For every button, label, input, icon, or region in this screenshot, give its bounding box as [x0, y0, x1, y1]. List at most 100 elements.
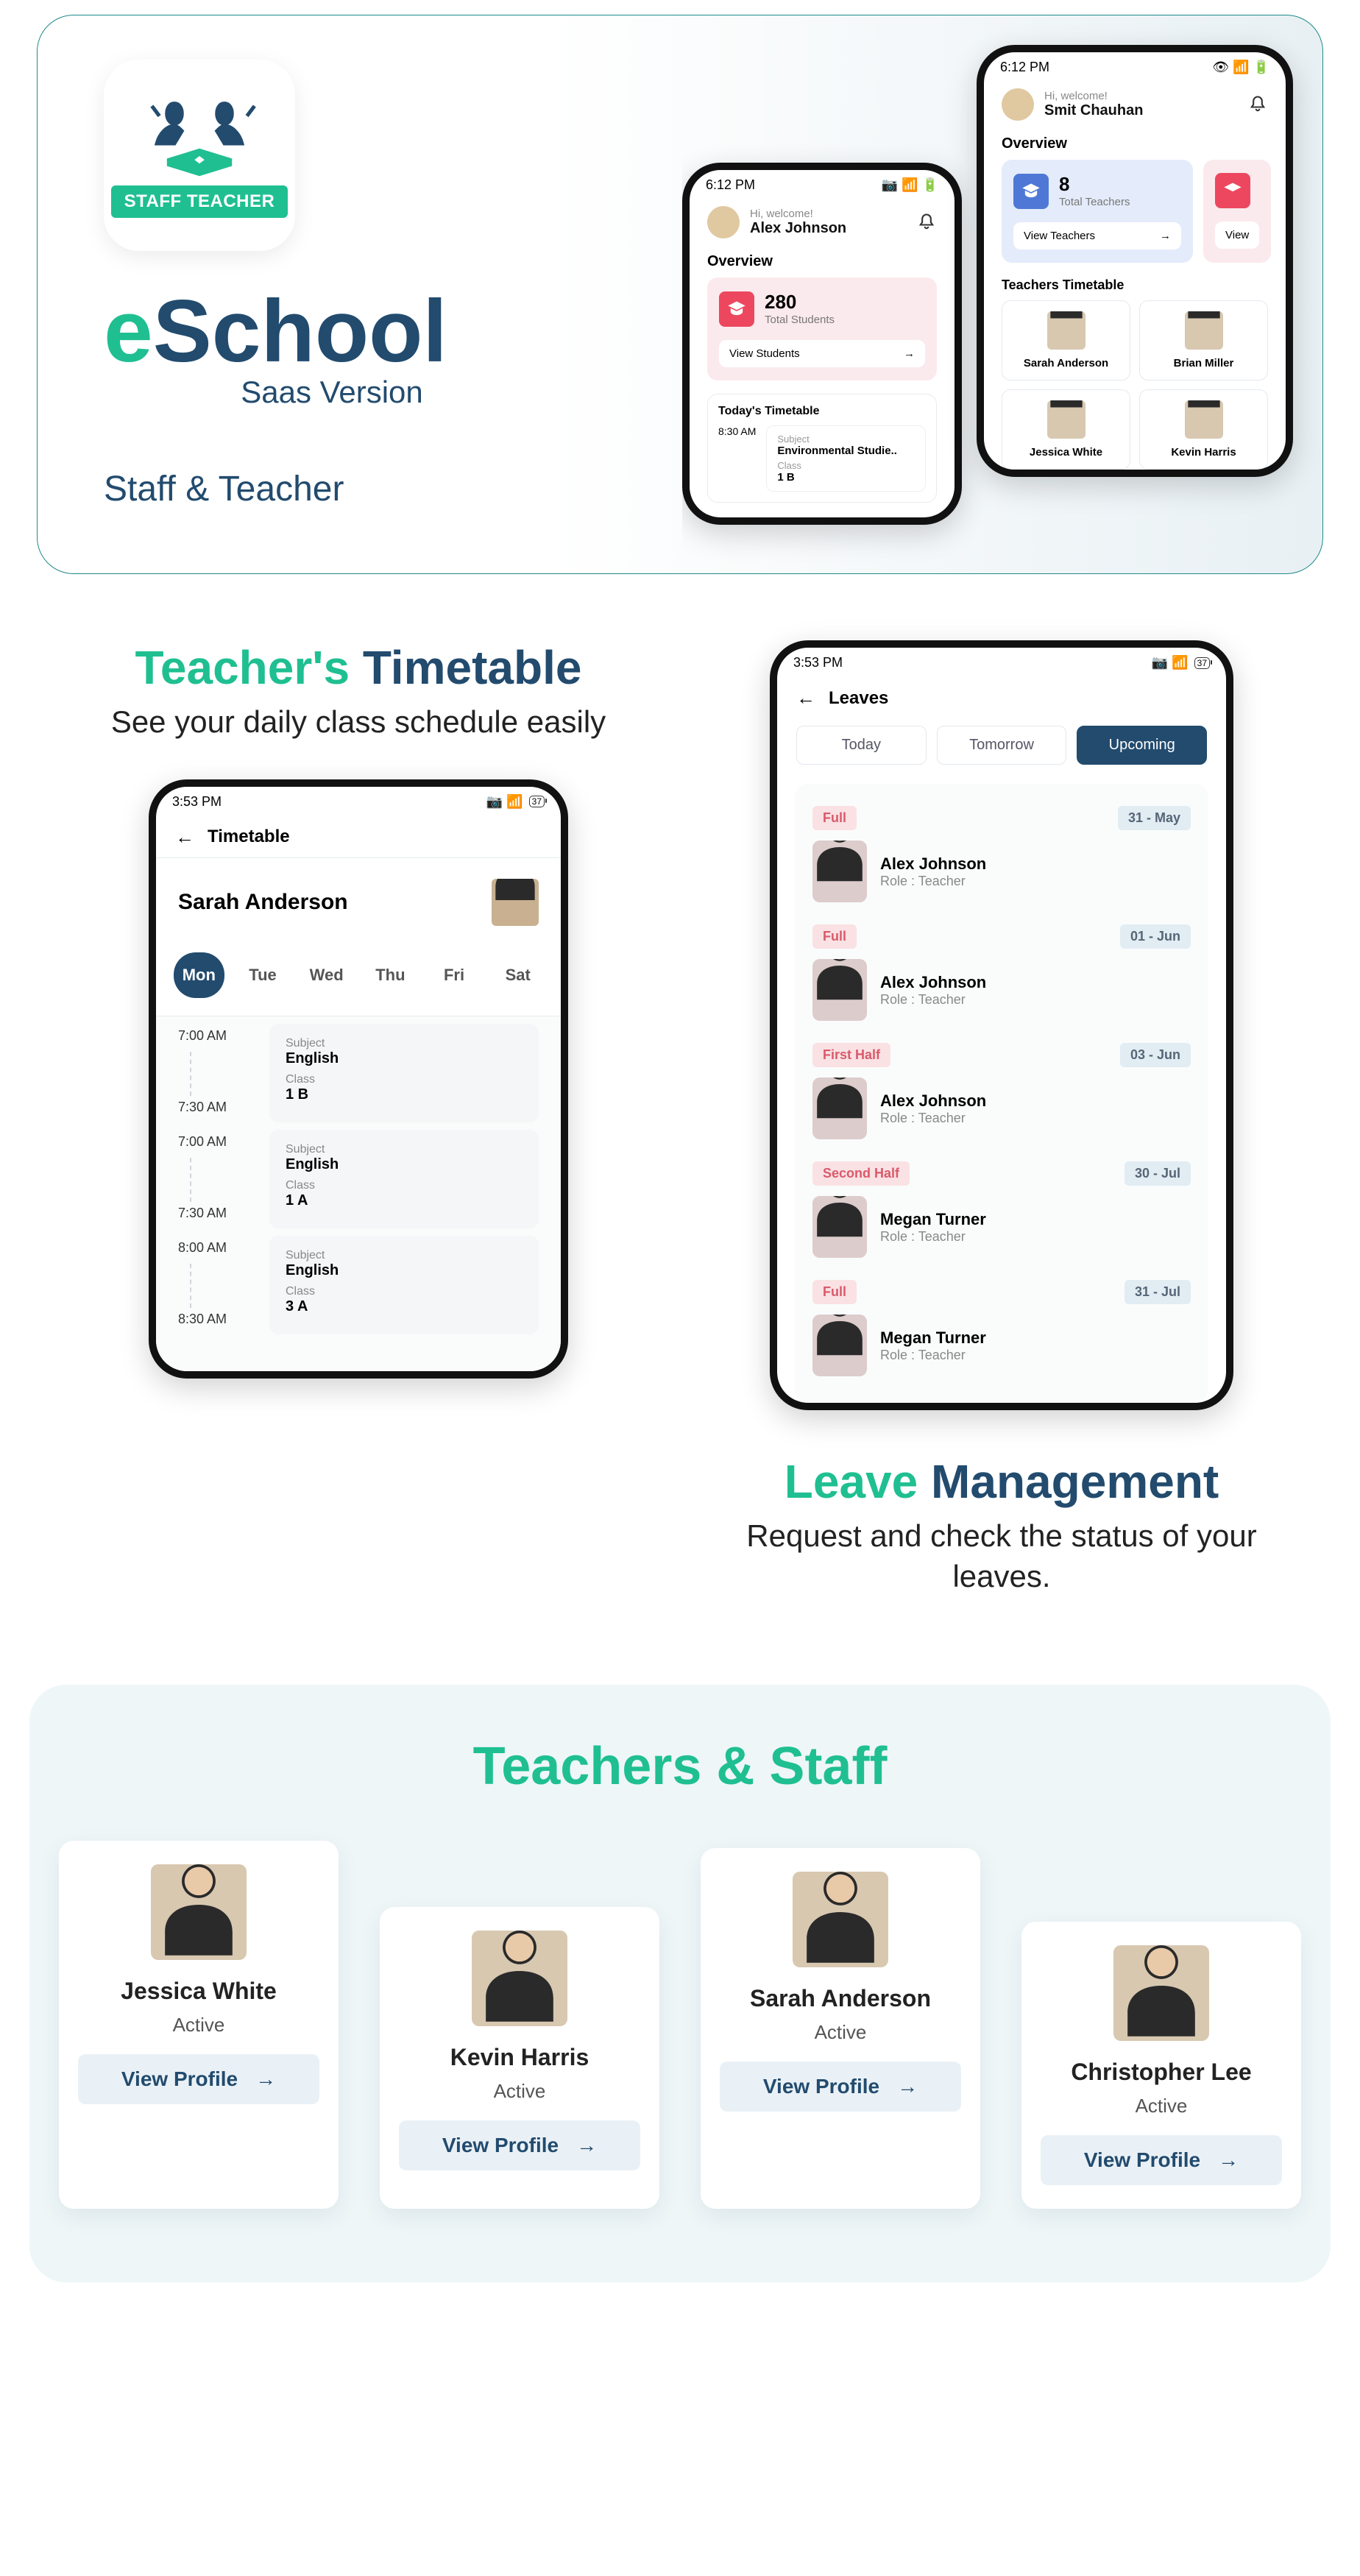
leave-tab-tomorrow[interactable]: Tomorrow	[937, 726, 1067, 765]
overview-phone-admin: 6:12 PM👁 📶 🔋 Hi, welcome!Smit Chauhan Ov…	[977, 45, 1293, 477]
leave-item[interactable]: First Half03 - Jun Alex JohnsonRole : Te…	[808, 1034, 1195, 1153]
status-time: 3:53 PM	[172, 794, 222, 810]
status-icons: 📷 📶 37	[486, 794, 545, 810]
day-tab-mon[interactable]: Mon	[174, 952, 224, 998]
user-name: Smit Chauhan	[1044, 102, 1143, 118]
overview-heading: Overview	[984, 132, 1286, 160]
tt-class: 1 A	[286, 1192, 523, 1209]
end-time: 7:30 AM	[178, 1206, 252, 1221]
leave-item[interactable]: Second Half30 - Jul Megan TurnerRole : T…	[808, 1153, 1195, 1271]
view-teachers-link[interactable]: View Teachers→	[1013, 222, 1181, 250]
leave-heading: Leave Management	[702, 1454, 1301, 1509]
overview-heading: Overview	[690, 250, 955, 277]
view-students-link[interactable]: View Students→	[719, 340, 925, 367]
view-profile-button[interactable]: View Profile→	[78, 2054, 319, 2104]
avatar	[151, 1864, 247, 1960]
tt-time: 8:30 AM	[718, 425, 756, 492]
leave-date: 01 - Jun	[1120, 924, 1191, 949]
timetable-card[interactable]: SubjectEnglish Class3 A	[269, 1236, 539, 1334]
end-time: 8:30 AM	[178, 1312, 252, 1327]
staff-status: Active	[1041, 2095, 1282, 2117]
back-icon[interactable]: ←	[175, 826, 194, 849]
day-tab-thu[interactable]: Thu	[365, 952, 416, 998]
staff-name: Jessica White	[78, 1978, 319, 2005]
avatar	[812, 1196, 867, 1258]
teacher-card[interactable]: Jessica White	[1002, 389, 1130, 470]
view-profile-button[interactable]: View Profile→	[720, 2062, 961, 2112]
secondary-card[interactable]: View	[1203, 160, 1271, 263]
page-title: Timetable	[208, 827, 290, 847]
avatar	[793, 1872, 888, 1967]
back-icon[interactable]: ←	[796, 687, 815, 710]
timetable-row: 7:00 AM7:30 AM SubjectEnglish Class1 A	[178, 1130, 539, 1228]
leave-user-role: Role : Teacher	[880, 1229, 966, 1244]
leave-type: Second Half	[812, 1161, 910, 1186]
start-time: 8:00 AM	[178, 1240, 252, 1256]
page-title: Leaves	[829, 688, 888, 709]
avatar[interactable]	[1002, 88, 1034, 121]
timetable-card[interactable]: SubjectEnglish Class1 B	[269, 1024, 539, 1122]
arrow-icon: →	[576, 2134, 597, 2157]
staff-name: Christopher Lee	[1041, 2059, 1282, 2086]
leave-item[interactable]: Full31 - May Alex JohnsonRole : Teacher	[808, 797, 1195, 916]
app-tagline: Staff & Teacher	[104, 469, 588, 509]
avatar	[812, 841, 867, 902]
day-tab-sat[interactable]: Sat	[492, 952, 543, 998]
arrow-icon: →	[1218, 2148, 1239, 2172]
staff-teacher-icon	[137, 93, 262, 181]
leave-tab-upcoming[interactable]: Upcoming	[1077, 726, 1207, 765]
total-students-card[interactable]: 280Total Students View Students→	[707, 277, 937, 381]
bell-icon[interactable]	[1247, 94, 1268, 115]
students-count: 280	[765, 291, 796, 313]
welcome-label: Hi, welcome!	[750, 208, 846, 220]
arrow-icon: →	[897, 2075, 918, 2098]
leave-date: 03 - Jun	[1120, 1043, 1191, 1067]
teacher-avatar	[492, 879, 539, 926]
view-profile-button[interactable]: View Profile→	[399, 2120, 640, 2170]
avatar	[472, 1931, 567, 2026]
staff-name: Kevin Harris	[399, 2044, 640, 2071]
staff-card: Sarah Anderson Active View Profile→	[701, 1848, 980, 2209]
timetable-subheading: See your daily class schedule easily	[59, 702, 658, 743]
avatar[interactable]	[707, 206, 740, 238]
teachers-icon	[1013, 174, 1049, 209]
tt-subject: Environmental Studie..	[777, 445, 915, 457]
leave-item[interactable]: Full01 - Jun Alex JohnsonRole : Teacher	[808, 916, 1195, 1034]
leave-type: Full	[812, 1280, 857, 1304]
day-tab-fri[interactable]: Fri	[429, 952, 480, 998]
status-time: 6:12 PM	[706, 177, 755, 193]
timetable-phone: 3:53 PM 📷 📶 37 ← Timetable Sarah Anderson…	[149, 779, 568, 1379]
students-icon	[1215, 173, 1250, 208]
staff-card: Christopher Lee Active View Profile→	[1021, 1922, 1301, 2209]
leave-user-name: Alex Johnson	[880, 973, 986, 992]
day-tab-wed[interactable]: Wed	[301, 952, 352, 998]
avatar	[812, 1078, 867, 1139]
tt-subject: English	[286, 1262, 523, 1279]
teacher-card[interactable]: Kevin Harris	[1139, 389, 1268, 470]
teacher-card[interactable]: Brian Miller	[1139, 300, 1268, 381]
leave-user-role: Role : Teacher	[880, 1111, 966, 1125]
teachers-count: 8	[1059, 173, 1069, 195]
status-icons: 📷 📶 🔋	[882, 177, 938, 193]
timetable-card[interactable]: SubjectEnglish Class1 A	[269, 1130, 539, 1228]
timetable-heading: Teacher's Timetable	[59, 640, 658, 695]
day-tab-tue[interactable]: Tue	[238, 952, 288, 998]
app-logo: STAFF TEACHER	[104, 60, 295, 251]
tt-class: 1 B	[286, 1086, 523, 1103]
view-profile-button[interactable]: View Profile→	[1041, 2135, 1282, 2185]
avatar	[812, 959, 867, 1021]
overview-phone-teacher: 6:12 PM 📷 📶 🔋 Hi, welcome!Alex Johnson Ov…	[682, 163, 962, 525]
leave-item[interactable]: Full31 - Jul Megan TurnerRole : Teacher	[808, 1271, 1195, 1390]
teachers-staff-section: Teachers & Staff Jessica White Active Vi…	[29, 1685, 1331, 2282]
leave-type: Full	[812, 924, 857, 949]
teacher-card[interactable]: Sarah Anderson	[1002, 300, 1130, 381]
teacher-name: Sarah Anderson	[178, 890, 348, 915]
view-link[interactable]: View	[1215, 222, 1259, 249]
bell-icon[interactable]	[916, 212, 937, 233]
end-time: 7:30 AM	[178, 1100, 252, 1115]
total-teachers-card[interactable]: 8Total Teachers View Teachers→	[1002, 160, 1193, 263]
leave-tab-today[interactable]: Today	[796, 726, 927, 765]
leave-user-role: Role : Teacher	[880, 874, 966, 888]
user-name: Alex Johnson	[750, 220, 846, 236]
staff-card: Kevin Harris Active View Profile→	[380, 1907, 659, 2209]
